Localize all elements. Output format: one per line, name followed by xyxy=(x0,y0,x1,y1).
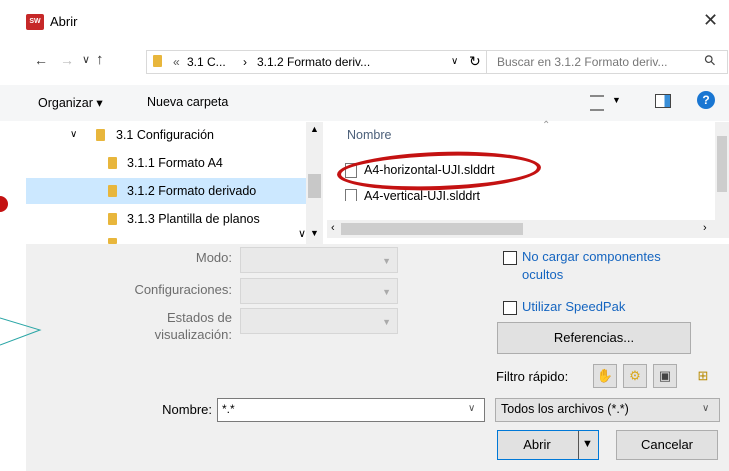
speedpak-label[interactable]: Utilizar SpeedPak xyxy=(522,299,625,314)
search-box[interactable]: Buscar en 3.1.2 Formato deriv... ⚲ xyxy=(486,50,728,74)
scroll-thumb[interactable] xyxy=(341,223,523,235)
address-dropdown-icon[interactable]: ∨ xyxy=(451,56,458,67)
file-name: A4-vertical-UJI.slddrt xyxy=(364,189,480,201)
back-arrow-icon[interactable]: ← xyxy=(34,52,48,68)
scroll-left-icon[interactable]: ‹ xyxy=(331,222,335,234)
file-type-select[interactable]: Todos los archivos (*.*) ∨ xyxy=(495,398,720,422)
filter-parts-icon[interactable]: ✋ xyxy=(593,364,617,388)
scroll-down-icon[interactable]: ▼ xyxy=(310,228,319,238)
scroll-up-icon[interactable]: ▲ xyxy=(310,124,319,134)
command-toolbar: Organizar ▾ Nueva carpeta ▼ ? xyxy=(0,85,729,121)
address-bar[interactable]: « 3.1 C... › 3.1.2 Formato deriv... ∨ ↻ xyxy=(146,50,488,74)
breadcrumb-segment-1[interactable]: 3.1 C... xyxy=(187,55,226,69)
filter-drawings-icon[interactable]: ▣ xyxy=(653,364,677,388)
filelist-hscrollbar[interactable]: ‹ › xyxy=(327,220,729,238)
open-options-dropdown-icon[interactable]: ▼ xyxy=(582,438,593,450)
collapse-chevron-icon[interactable]: ∨ xyxy=(70,122,77,148)
view-dropdown-icon[interactable]: ▼ xyxy=(612,95,621,105)
open-button[interactable]: Abrir xyxy=(498,437,576,452)
file-type-value: Todos los archivos (*.*) xyxy=(501,402,629,416)
folder-icon xyxy=(108,157,117,169)
forward-arrow-icon[interactable]: → xyxy=(60,52,74,68)
tree-item-plantilla-de-planos[interactable]: 3.1.3 Plantilla de planos xyxy=(26,206,308,232)
navigation-tree: ∨ 3.1 Configuración 3.1.1 Formato A4 3.1… xyxy=(26,122,323,244)
search-icon[interactable]: ⚲ xyxy=(700,51,719,70)
configurations-select[interactable]: ▼ xyxy=(240,278,398,304)
tree-item-label: 3.1 Configuración xyxy=(116,128,214,142)
recent-locations-icon[interactable]: ∨ xyxy=(82,53,90,66)
chevron-down-icon: ▼ xyxy=(382,287,391,297)
help-icon[interactable]: ? xyxy=(697,91,715,109)
split-divider xyxy=(578,431,579,459)
file-name-value: *.* xyxy=(222,402,235,416)
mode-select[interactable]: ▼ xyxy=(240,247,398,273)
file-name-input[interactable]: *.* ∨ xyxy=(217,398,485,422)
chevron-down-icon: ∨ xyxy=(702,403,710,414)
quick-filter-label: Filtro rápido: xyxy=(496,369,569,384)
scroll-right-icon[interactable]: › xyxy=(703,222,707,234)
organize-menu[interactable]: Organizar ▾ xyxy=(38,95,103,110)
new-folder-button[interactable]: Nueva carpeta xyxy=(147,95,228,109)
breadcrumb-segment-2[interactable]: 3.1.2 Formato deriv... xyxy=(257,55,370,69)
folder-icon xyxy=(108,185,117,197)
refresh-icon[interactable]: ↻ xyxy=(469,53,481,70)
chevron-down-icon: ▼ xyxy=(382,256,391,266)
tree-item-configuracion[interactable]: ∨ 3.1 Configuración xyxy=(26,122,308,148)
filter-top-level-icon[interactable]: ⊞ xyxy=(691,364,715,388)
view-options-icon[interactable] xyxy=(590,95,604,111)
scroll-thumb[interactable] xyxy=(717,136,727,192)
display-states-select[interactable]: ▼ xyxy=(240,308,398,334)
cancel-button[interactable]: Cancelar xyxy=(616,430,718,460)
mode-label: Modo: xyxy=(195,250,232,265)
filter-assemblies-icon[interactable]: ⚙ xyxy=(623,364,647,388)
search-input[interactable]: Buscar en 3.1.2 Formato deriv... xyxy=(497,55,668,69)
tree-item-label: 3.1.2 Formato derivado xyxy=(127,184,257,198)
no-load-hidden-checkbox[interactable] xyxy=(503,251,517,265)
annotation-pointer xyxy=(0,317,42,346)
chevron-down-icon[interactable]: ∨ xyxy=(468,403,475,414)
no-load-hidden-label-line2[interactable]: ocultos xyxy=(522,267,563,282)
tree-item-label: 3.1.3 Plantilla de planos xyxy=(127,212,260,226)
close-icon[interactable]: ✕ xyxy=(703,10,718,31)
file-row[interactable]: A4-vertical-UJI.slddrt xyxy=(345,189,480,201)
filelist-scrollbar[interactable] xyxy=(715,122,729,220)
solidworks-app-icon: SW 2016 xyxy=(26,14,44,41)
display-states-label-line2: visualización: xyxy=(154,327,232,342)
configurations-label: Configuraciones: xyxy=(134,282,232,297)
chevron-down-icon: ▼ xyxy=(382,317,391,327)
folder-icon xyxy=(96,129,105,141)
column-header-name[interactable]: Nombre xyxy=(347,128,391,142)
no-load-hidden-label[interactable]: No cargar componentes xyxy=(522,249,661,264)
tree-scrollbar[interactable]: ▲ ▼ xyxy=(306,122,323,244)
tree-item-formato-derivado[interactable]: 3.1.2 Formato derivado xyxy=(26,178,308,204)
file-icon xyxy=(345,189,357,201)
window-title: Abrir xyxy=(50,14,78,29)
scroll-thumb[interactable] xyxy=(308,174,321,198)
tree-item-label: 3.1.1 Formato A4 xyxy=(127,156,223,170)
tree-item-formato-a4[interactable]: 3.1.1 Formato A4 xyxy=(26,150,308,176)
references-button[interactable]: Referencias... xyxy=(497,322,691,354)
breadcrumb-overflow[interactable]: « xyxy=(173,55,180,69)
preview-pane-icon[interactable] xyxy=(655,94,671,108)
tree-collapse-icon[interactable]: ∨ xyxy=(298,227,306,240)
up-arrow-icon[interactable]: ↑ xyxy=(96,51,104,68)
title-bar: SW 2016 Abrir ✕ xyxy=(0,0,729,44)
annotation-marker xyxy=(0,196,8,212)
folder-icon xyxy=(153,55,162,67)
folder-icon xyxy=(108,213,117,225)
speedpak-checkbox[interactable] xyxy=(503,301,517,315)
breadcrumb-separator[interactable]: › xyxy=(243,55,247,69)
display-states-label: Estados de xyxy=(166,310,232,325)
sort-ascending-icon: ⌃ xyxy=(542,120,551,131)
file-name-label: Nombre: xyxy=(162,402,212,417)
open-split-button[interactable]: Abrir ▼ xyxy=(497,430,599,460)
